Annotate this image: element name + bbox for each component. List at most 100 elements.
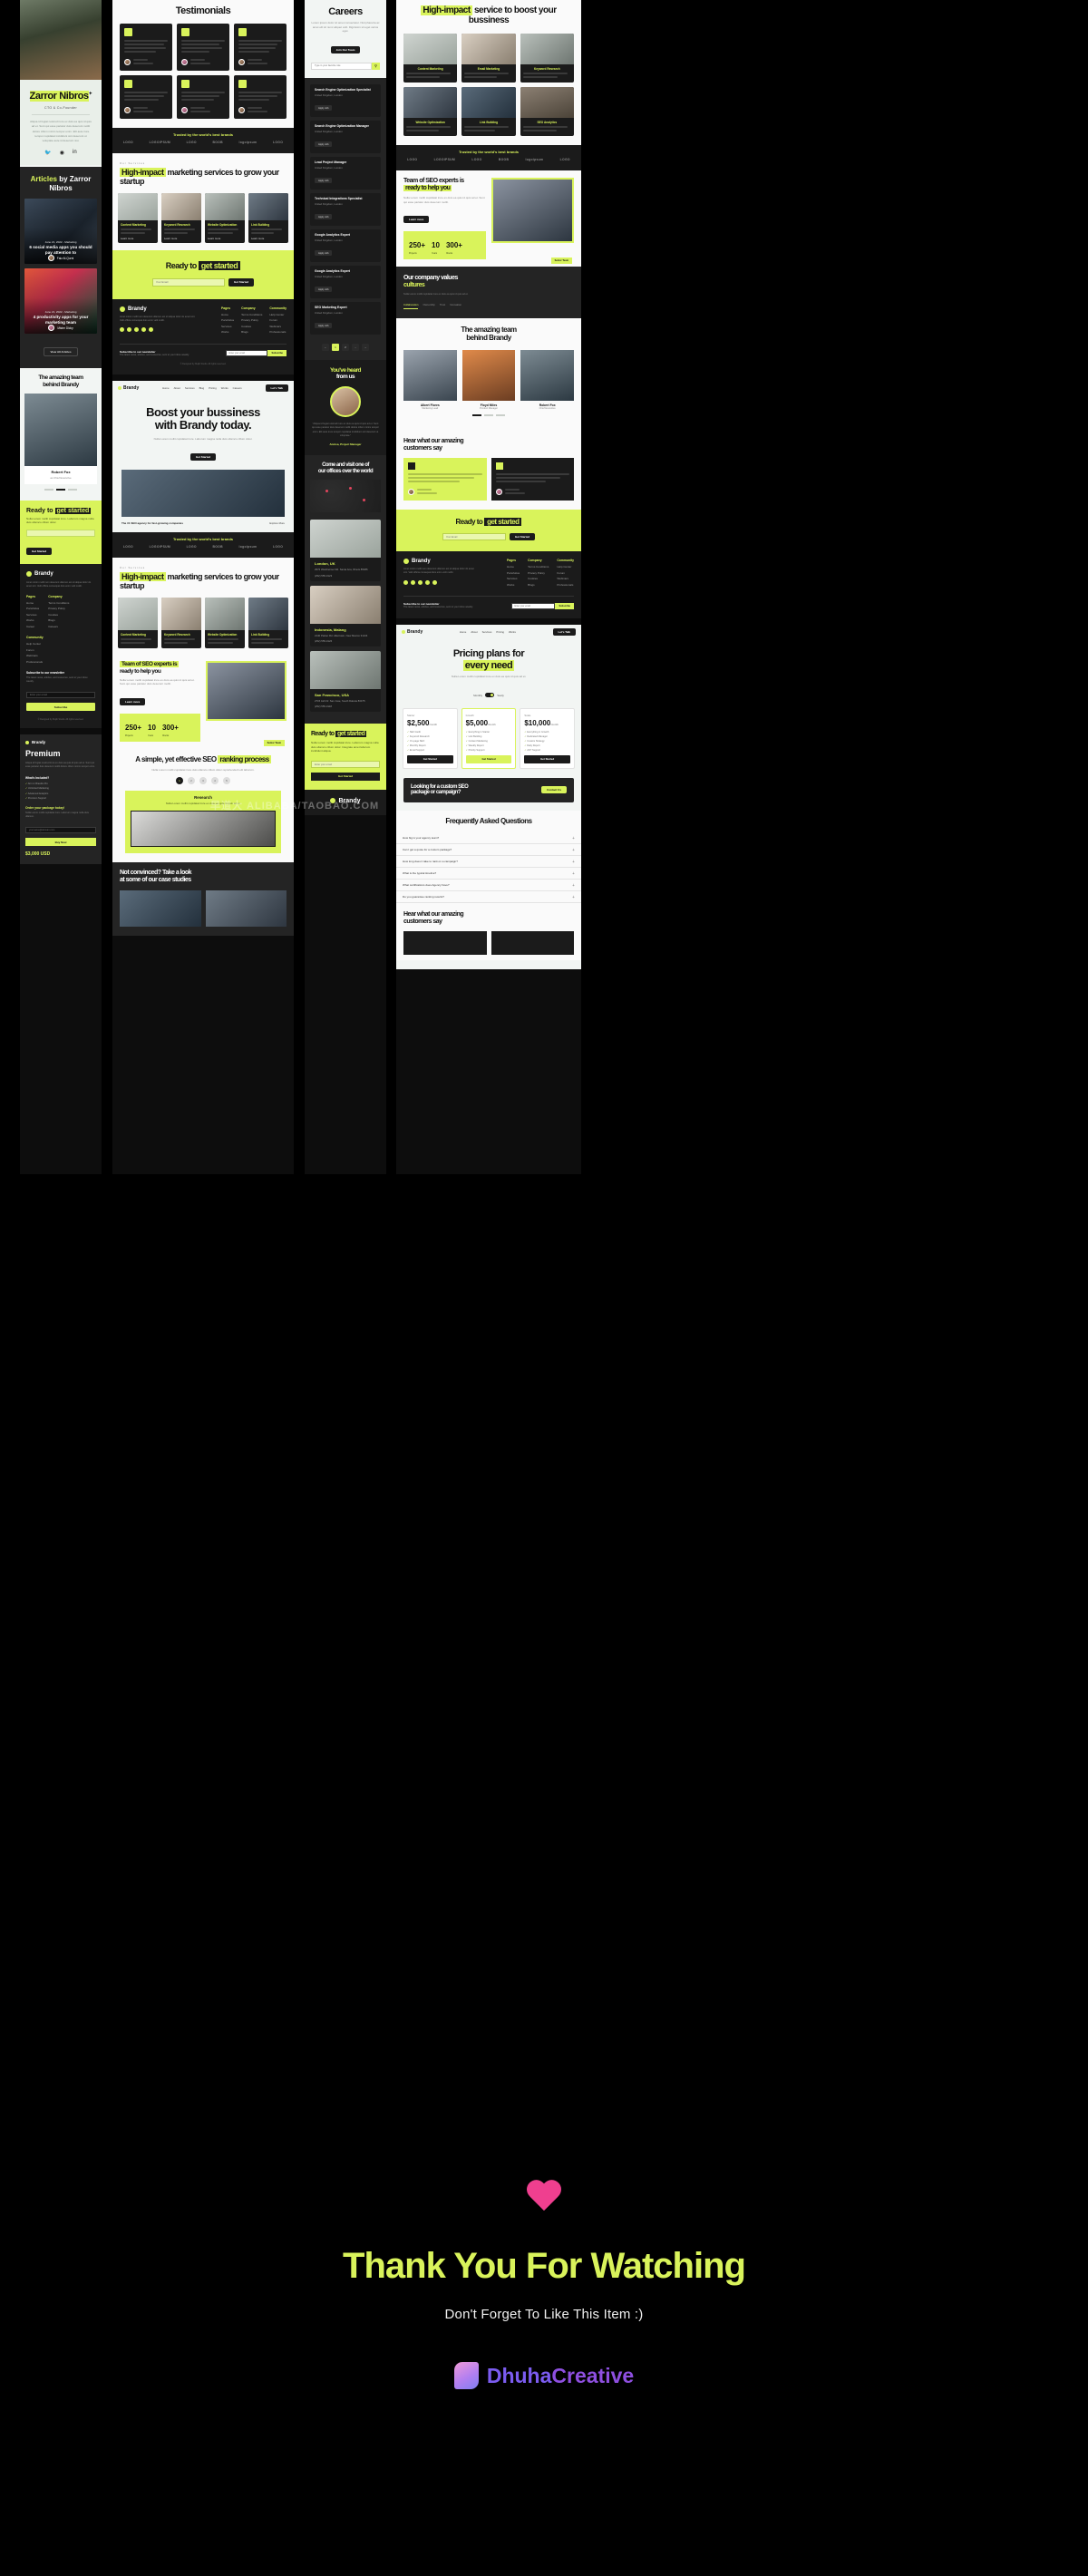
job-card[interactable]: Google Analytics Expert United Kingdom, … — [310, 228, 381, 262]
carousel-dot[interactable] — [44, 488, 53, 491]
values-tab[interactable]: Collaboration — [403, 303, 419, 309]
team-carousel-dots[interactable] — [403, 413, 574, 416]
pagination-page[interactable]: 1 — [332, 343, 339, 351]
footer-link[interactable]: Forum — [557, 571, 574, 575]
footer-link[interactable]: Privacy Policy — [241, 318, 262, 322]
footer-link[interactable]: Blogs — [48, 618, 69, 622]
boost-explore-link[interactable]: Explore More — [269, 521, 285, 525]
faq-item[interactable]: How long does it take to rank on a campa… — [396, 856, 581, 868]
footer-link[interactable]: Home — [221, 313, 234, 316]
toggle-yearly-label[interactable]: Yearly — [497, 694, 504, 697]
seo-team-learn-more-button[interactable]: Learn more — [120, 697, 146, 705]
process-step[interactable]: 3 — [199, 777, 207, 785]
carousel-dot-active[interactable] — [56, 488, 65, 491]
newsletter-subscribe-button[interactable]: Subscribe — [267, 350, 287, 357]
twitter-icon[interactable] — [411, 579, 415, 585]
faq-item[interactable]: Can I get a quote for a custom package? ＋ — [396, 844, 581, 856]
service-card[interactable]: Link Building — [248, 598, 288, 649]
chevron-down-icon[interactable]: ＋ — [572, 860, 575, 863]
ready-email-input[interactable] — [311, 761, 380, 769]
ready-submit-button[interactable]: Get Started — [509, 533, 536, 541]
job-search-input[interactable] — [311, 62, 372, 70]
premium-buy-button[interactable]: Buy Now — [25, 838, 96, 847]
chevron-down-icon[interactable]: ＋ — [572, 895, 575, 899]
footer-link[interactable]: Professionals — [557, 583, 574, 587]
nav-brand[interactable]: Brandy — [402, 629, 423, 635]
footer-link[interactable]: Works — [507, 583, 520, 587]
footer-link[interactable]: Blogs — [528, 583, 549, 587]
footer-link[interactable]: Privacy Policy — [48, 607, 69, 610]
footer-link[interactable]: Terms Conditions — [48, 601, 69, 605]
service-link[interactable]: Learn more — [251, 237, 286, 240]
footer-link[interactable]: Professionals — [269, 330, 287, 334]
apply-job-button[interactable]: Apply Job — [315, 141, 333, 148]
youtube-icon[interactable] — [432, 579, 437, 585]
apply-job-button[interactable]: Apply Job — [315, 323, 333, 329]
team-member-card[interactable]: Robert Fox Chief Executive — [520, 349, 574, 410]
contact-us-button[interactable]: Contact Us — [541, 786, 567, 794]
footer-link[interactable]: Services — [221, 325, 234, 328]
footer-link[interactable]: Services — [26, 613, 39, 617]
apply-job-button[interactable]: Apply Job — [315, 287, 333, 293]
ready-email-input[interactable] — [442, 533, 506, 541]
instagram-icon[interactable] — [134, 326, 139, 332]
process-step[interactable]: 2 — [188, 777, 195, 785]
billing-toggle[interactable]: Monthly Yearly — [473, 693, 504, 698]
article-card[interactable]: June 21, 2022 - Marketing 4 productivity… — [24, 268, 97, 335]
nav-item[interactable]: Home — [460, 630, 466, 634]
instagram-icon[interactable]: ◉ — [60, 150, 64, 156]
process-step[interactable]: 4 — [211, 777, 219, 785]
values-tab[interactable]: Trust — [440, 303, 445, 309]
newsletter-email-input[interactable] — [26, 692, 95, 699]
footer-link[interactable]: Privacy Policy — [528, 571, 549, 575]
footer-link[interactable]: Webinars — [557, 577, 574, 580]
footer-link[interactable]: Help Center — [26, 642, 95, 646]
cta-submit-button[interactable]: Get Started — [26, 547, 53, 555]
nav-item[interactable]: About — [471, 630, 477, 634]
cta-email-input[interactable] — [26, 529, 95, 537]
faq-item[interactable]: What certifications does Agency have? ＋ — [396, 880, 581, 891]
job-card[interactable]: Technical Integrations Specialist United… — [310, 192, 381, 226]
footer-link[interactable]: Professionals — [26, 660, 95, 664]
office-card[interactable]: London, UK 2972 Westheimer Rd. Santa Ana… — [310, 520, 381, 581]
service-tile[interactable]: Keyword Research — [520, 34, 574, 83]
footer-link[interactable]: Cookies — [528, 577, 549, 580]
faq-item[interactable]: How big is your agency team? ＋ — [396, 832, 581, 844]
youtube-icon[interactable] — [149, 326, 153, 332]
newsletter-email-input[interactable] — [511, 602, 556, 609]
apply-job-button[interactable]: Apply Job — [315, 250, 333, 257]
ready-email-input[interactable] — [151, 277, 225, 287]
newsletter-subscribe-button[interactable]: Subscribe — [26, 703, 95, 712]
process-step[interactable]: 1 — [176, 777, 183, 785]
pagination-page[interactable]: 2 — [342, 343, 349, 351]
lets-talk-button[interactable]: Let's Talk — [552, 628, 576, 637]
pagination-next[interactable]: → — [362, 343, 369, 351]
nav-item[interactable]: Home — [162, 386, 169, 390]
pricing-card[interactable]: Starter $2,500/month ✓ SEO Audit ✓ Keywo… — [403, 707, 458, 769]
service-card[interactable]: Keyword Research — [161, 598, 201, 649]
linkedin-icon[interactable] — [425, 579, 430, 585]
article-card[interactable]: June 21, 2022 - Marketing 6 social media… — [24, 199, 97, 265]
lets-talk-button[interactable]: Let's Talk — [265, 384, 288, 392]
footer-link[interactable]: Terms Conditions — [528, 565, 549, 569]
footer-link[interactable]: Works — [26, 618, 39, 622]
apply-job-button[interactable]: Apply Job — [315, 178, 333, 184]
chevron-down-icon[interactable]: ＋ — [572, 836, 575, 840]
footer-link[interactable]: Portofolios — [221, 318, 234, 322]
carousel-dot[interactable] — [484, 413, 493, 416]
job-card[interactable]: Search Engine Optimization Specialist Un… — [310, 83, 381, 117]
facebook-icon[interactable] — [120, 326, 124, 332]
newsletter-email-input[interactable] — [226, 350, 268, 357]
pagination-prev[interactable]: ← — [322, 343, 329, 351]
team-carousel-dots[interactable] — [24, 488, 97, 491]
footer-link[interactable]: Cookies — [241, 325, 262, 328]
job-card[interactable]: Search Engine Optimization Manager Unite… — [310, 120, 381, 153]
view-all-articles-button[interactable]: View All Articles — [44, 347, 78, 357]
team-member-card[interactable]: Floyd Miles Product Manager — [461, 349, 516, 410]
boost-get-started-button[interactable]: Get Started — [189, 453, 217, 462]
twitter-icon[interactable]: 🐦 — [44, 150, 51, 156]
apply-job-button[interactable]: Apply Job — [315, 105, 333, 112]
service-card[interactable]: Website Optimization — [205, 598, 245, 649]
job-card[interactable]: Google Analytics Expert United Kingdom, … — [310, 265, 381, 298]
values-tab[interactable]: Ownership — [423, 303, 434, 309]
